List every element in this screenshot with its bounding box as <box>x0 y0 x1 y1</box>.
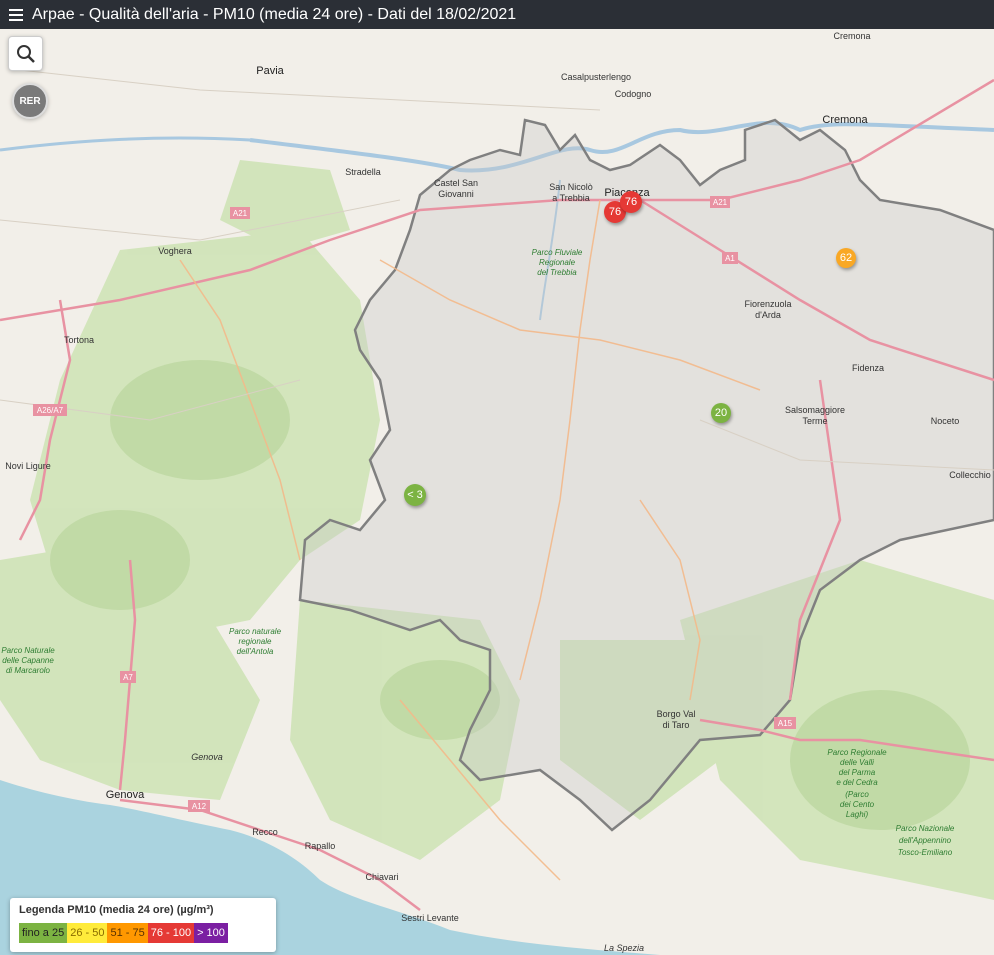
legend-item: 26 - 50 <box>67 923 108 943</box>
place-label: Sestri Levante <box>401 913 459 923</box>
place-label: Stradella <box>345 167 381 177</box>
station-marker[interactable]: 76 <box>620 191 642 213</box>
hamburger-icon <box>9 8 23 21</box>
place-label: Collecchio <box>949 470 991 480</box>
legend-item: 51 - 75 <box>107 923 148 943</box>
place-label: di Taro <box>663 720 690 730</box>
place-label: Codogno <box>615 89 652 99</box>
search-icon <box>16 44 35 63</box>
park-label: Regionale <box>539 258 576 267</box>
top-bar: Arpae - Qualità dell'aria - PM10 (media … <box>0 0 994 29</box>
place-label: Borgo Val <box>657 709 696 719</box>
rer-button[interactable]: RER <box>12 83 48 119</box>
place-label: Tortona <box>64 335 94 345</box>
place-label: d'Arda <box>755 310 781 320</box>
place-label: Pavia <box>256 65 284 77</box>
station-marker[interactable]: < 3 <box>404 484 426 506</box>
place-label: Rapallo <box>305 841 336 851</box>
marker-value: 76 <box>624 196 638 208</box>
place-label: Fiorenzuola <box>744 299 791 309</box>
legend-item: 76 - 100 <box>147 923 195 943</box>
legend: Legenda PM10 (media 24 ore) (µg/m³) fino… <box>10 898 276 952</box>
park-label: del Parma <box>839 768 876 777</box>
legend-title: Legenda PM10 (media 24 ore) (µg/m³) <box>19 904 214 916</box>
legend-item: > 100 <box>194 923 228 943</box>
park-label: di Marcarolo <box>6 666 51 675</box>
road-label: A15 <box>778 719 793 728</box>
place-label: Genova <box>106 789 145 801</box>
park-label: dell'Appennino <box>899 836 952 845</box>
park-label: Tosco-Emiliano <box>898 848 953 857</box>
place-label: Giovanni <box>438 189 474 199</box>
road-label: A21 <box>233 209 248 218</box>
place-label: Cremona <box>822 114 868 126</box>
place-label: Novi Ligure <box>5 461 51 471</box>
place-label: Genova <box>191 752 223 762</box>
park-label: Laghi) <box>846 810 869 819</box>
marker-value: 20 <box>714 407 728 419</box>
place-label: a Trebbia <box>552 193 590 203</box>
road-label: A7 <box>123 673 133 682</box>
park-label: delle Capanne <box>2 656 54 665</box>
station-marker[interactable]: 62 <box>836 248 856 268</box>
marker-value: 62 <box>839 252 853 264</box>
road-label: A1 <box>725 254 735 263</box>
place-label: Fidenza <box>852 363 884 373</box>
place-label: San Nicolò <box>549 182 593 192</box>
road-label: A12 <box>192 802 207 811</box>
marker-value: 76 <box>608 206 622 218</box>
park-label: dei Cento <box>840 800 875 809</box>
map-view[interactable]: A21 A21 A1 A26/A7 A7 A12 A15 Pavia Cremo… <box>0 29 994 955</box>
place-label: Chiavari <box>365 872 398 882</box>
road-label: A21 <box>713 198 728 207</box>
place-label: Recco <box>252 827 278 837</box>
park-label: del Trebbia <box>537 268 577 277</box>
page-title: Arpae - Qualità dell'aria - PM10 (media … <box>32 5 517 23</box>
park-label: Parco Fluviale <box>532 248 583 257</box>
legend-item: fino a 25 <box>19 923 68 943</box>
marker-value: < 3 <box>407 489 423 501</box>
road-label: A26/A7 <box>37 406 64 415</box>
place-label: Castel San <box>434 178 478 188</box>
park-label: delle Valli <box>840 758 874 767</box>
menu-button[interactable] <box>0 0 32 29</box>
park-label: Parco naturale <box>229 627 282 636</box>
park-label: Parco Naturale <box>1 646 55 655</box>
place-label: Casalpusterlengo <box>561 72 631 82</box>
search-button[interactable] <box>8 36 43 71</box>
park-label: regionale <box>239 637 272 646</box>
place-label: Noceto <box>931 416 960 426</box>
park-label: dell'Antola <box>237 647 274 656</box>
place-label: Voghera <box>158 246 192 256</box>
park-label: (Parco <box>845 790 869 799</box>
station-marker[interactable]: 20 <box>711 403 731 423</box>
place-label: Cremona <box>833 31 870 41</box>
park-label: e del Cedra <box>836 778 878 787</box>
park-label: Parco Regionale <box>827 748 887 757</box>
place-label: Terme <box>802 416 827 426</box>
park-label: Parco Nazionale <box>896 824 955 833</box>
place-label: La Spezia <box>604 943 644 953</box>
place-label: Salsomaggiore <box>785 405 845 415</box>
